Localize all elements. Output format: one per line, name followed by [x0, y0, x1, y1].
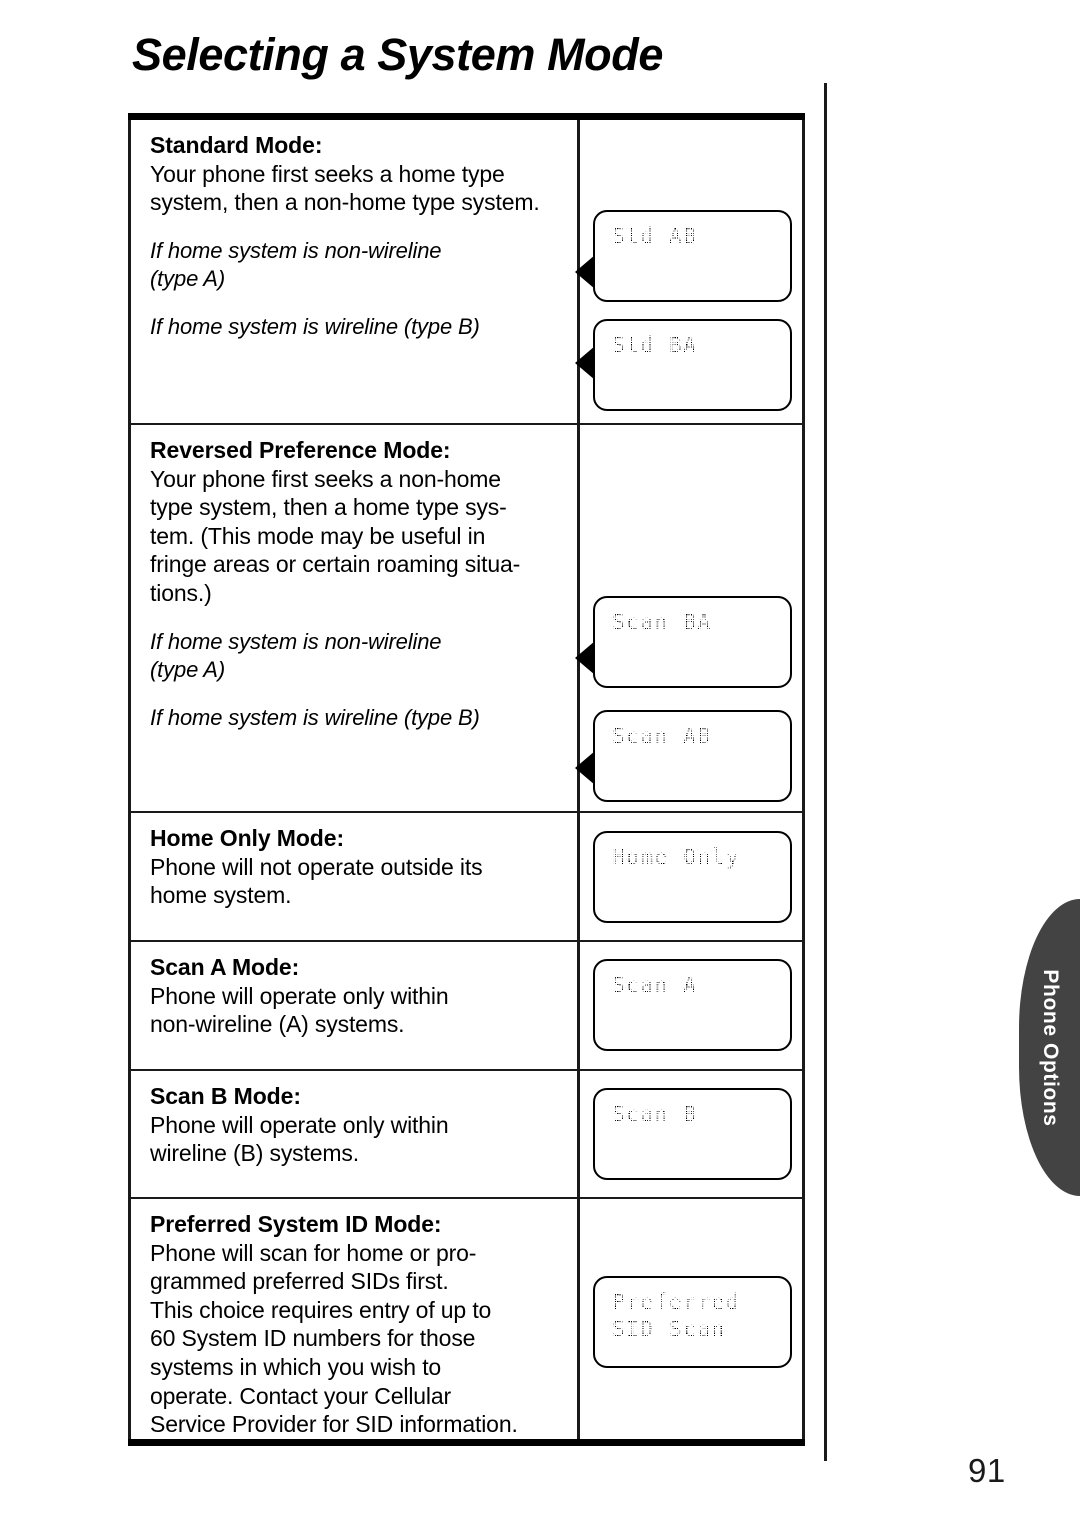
mode-heading: Scan B Mode:	[150, 1083, 301, 1109]
pointer-triangle-icon	[575, 346, 595, 380]
mode-body-line: Your phone first seeks a home type	[150, 160, 505, 187]
page-number: 91	[968, 1452, 1006, 1489]
lcd-text: SID Scan	[608, 1312, 730, 1347]
mode-condition-line: If home system is wireline (type B)	[150, 314, 480, 340]
lcd-display: Std AB	[593, 210, 792, 302]
mode-body-line: systems in which you wish to	[150, 1354, 442, 1381]
pointer-triangle-icon	[575, 641, 595, 675]
mode-body-line: Phone will not operate outside its	[150, 853, 483, 880]
margin-rule	[824, 83, 827, 1461]
lcd-text: Scan AB	[608, 719, 716, 754]
mode-body-line: home system.	[150, 882, 292, 909]
pointer-triangle-icon	[575, 255, 595, 289]
lcd-text: Preferred	[607, 1285, 745, 1320]
lcd-text: Scan A	[607, 968, 702, 1003]
mode-display-cell: Home Only	[580, 813, 802, 940]
mode-condition-line: If home system is non-wireline	[150, 628, 442, 654]
table-row: Preferred System ID Mode: Phone will sca…	[128, 1199, 805, 1439]
mode-heading: Standard Mode:	[150, 132, 323, 158]
mode-description-cell: Preferred System ID Mode: Phone will sca…	[131, 1199, 580, 1439]
lcd-display: Std BA	[593, 319, 792, 411]
mode-body-line: operate. Contact your Cellular	[150, 1382, 452, 1409]
mode-heading: Scan A Mode:	[150, 954, 300, 980]
mode-description-cell: Scan B Mode: Phone will operate only wit…	[131, 1071, 580, 1197]
mode-description-cell: Reversed Preference Mode: Your phone fir…	[131, 425, 595, 811]
mode-condition-line: If home system is non-wireline	[150, 237, 442, 263]
lcd-text: Home Only	[607, 840, 745, 875]
mode-display-cell: Preferred SID Scan	[580, 1199, 802, 1439]
section-thumb-tab: Phone Options	[1019, 899, 1080, 1196]
mode-body-line: tions.)	[150, 580, 212, 607]
mode-body-line: Your phone first seeks a non-home	[150, 465, 501, 492]
mode-description-cell: Home Only Mode: Phone will not operate o…	[131, 813, 580, 940]
mode-heading: Home Only Mode:	[150, 825, 345, 851]
mode-display-cell: Scan B	[580, 1071, 802, 1197]
mode-body-line: 60 System ID numbers for those	[150, 1325, 476, 1352]
mode-body-line: grammed preferred SIDs first.	[150, 1268, 449, 1295]
mode-description-cell: Scan A Mode: Phone will operate only wit…	[131, 942, 580, 1069]
pointer-triangle-icon	[575, 751, 595, 785]
table-row: Standard Mode: Your phone first seeks a …	[128, 120, 805, 425]
mode-body-line: non-wireline (A) systems.	[150, 1011, 405, 1038]
mode-body-line: This choice requires entry of up to	[150, 1296, 492, 1323]
mode-condition-line: (type A)	[150, 265, 226, 291]
mode-heading: Preferred System ID Mode:	[150, 1211, 442, 1237]
lcd-display: Scan B	[593, 1088, 792, 1180]
mode-body-line: fringe areas or certain roaming situa-	[150, 551, 521, 578]
lcd-display: Preferred SID Scan	[593, 1276, 792, 1368]
section-thumb-tab-label: Phone Options	[1038, 968, 1062, 1127]
table-row: Scan A Mode: Phone will operate only wit…	[128, 942, 805, 1071]
lcd-text: Scan BA	[608, 605, 716, 640]
mode-body-line: system, then a non-home type system.	[150, 189, 540, 216]
system-mode-table: Standard Mode: Your phone first seeks a …	[128, 113, 805, 1446]
table-row: Reversed Preference Mode: Your phone fir…	[128, 425, 805, 813]
mode-body-line: tem. (This mode may be useful in	[150, 522, 486, 549]
mode-body-line: Phone will operate only within	[150, 982, 449, 1009]
lcd-text: Std AB	[607, 219, 702, 254]
mode-body-line: Phone will scan for home or pro-	[150, 1239, 477, 1266]
mode-display-cell: Std AB Std BA	[580, 120, 802, 423]
table-row: Scan B Mode: Phone will operate only wit…	[128, 1071, 805, 1199]
lcd-display: Home Only	[593, 831, 792, 923]
mode-description-cell: Standard Mode: Your phone first seeks a …	[131, 120, 595, 423]
mode-body-line: Phone will operate only within	[150, 1111, 449, 1138]
lcd-display: Scan AB	[593, 710, 792, 802]
mode-body-line: Service Provider for SID information.	[150, 1411, 518, 1438]
mode-display-cell: Scan BA Scan AB	[580, 425, 802, 811]
mode-condition-line: If home system is wireline (type B)	[150, 704, 480, 730]
mode-display-cell: Scan A	[580, 942, 802, 1069]
mode-body-line: type system, then a home type sys-	[150, 494, 507, 521]
page-title: Selecting a System Mode	[132, 29, 663, 80]
mode-condition-line: (type A)	[150, 656, 226, 682]
lcd-text: Std BA	[607, 328, 702, 363]
table-row: Home Only Mode: Phone will not operate o…	[128, 813, 805, 942]
lcd-display: Scan BA	[593, 596, 792, 688]
lcd-display: Scan A	[593, 959, 792, 1051]
mode-heading: Reversed Preference Mode:	[150, 437, 451, 463]
mode-body-line: wireline (B) systems.	[150, 1140, 359, 1167]
lcd-text: Scan B	[607, 1097, 702, 1132]
